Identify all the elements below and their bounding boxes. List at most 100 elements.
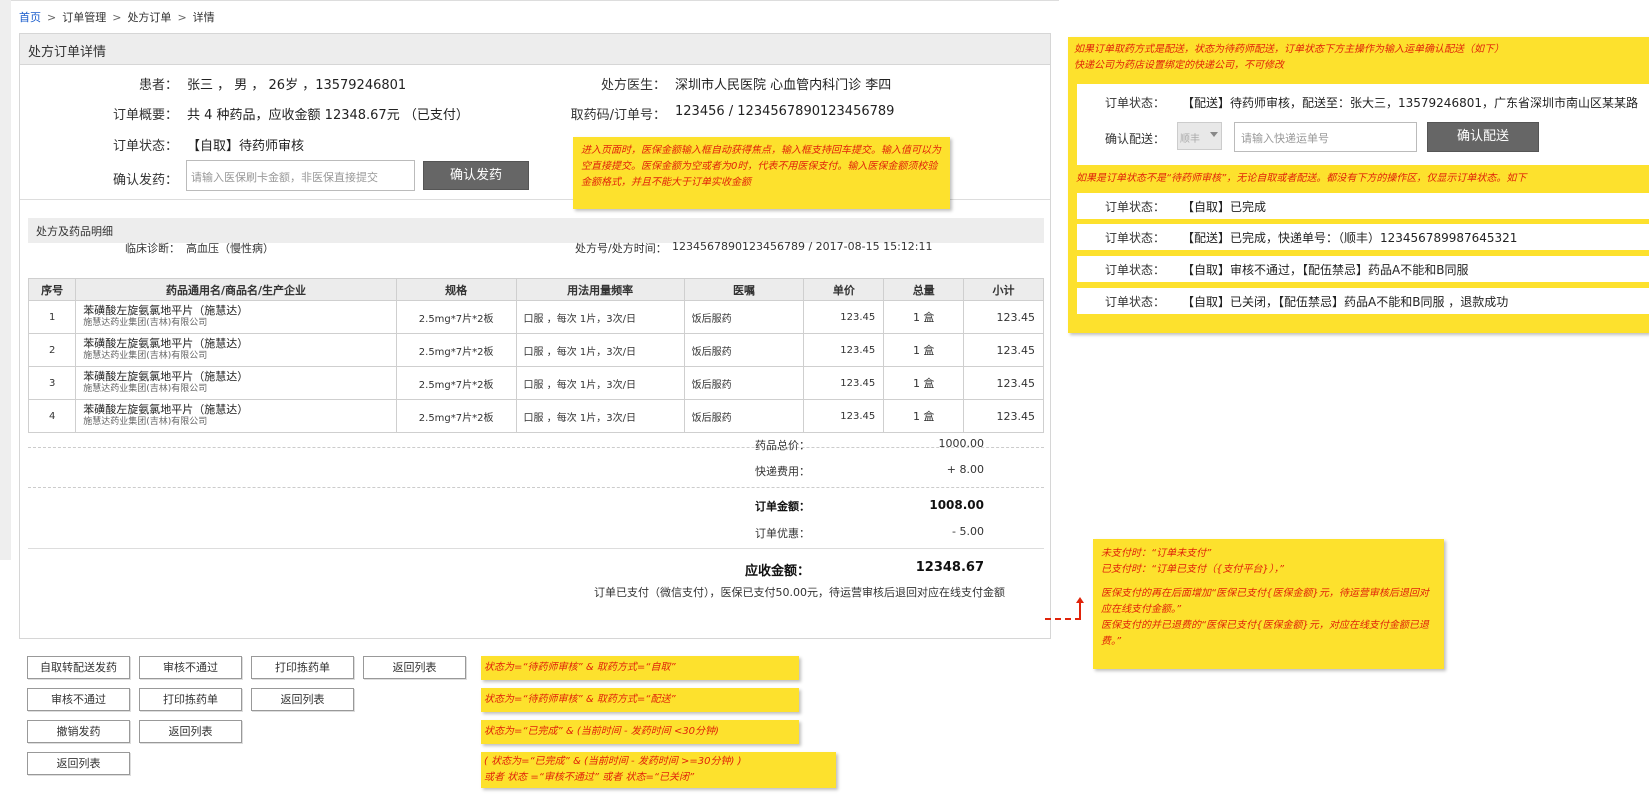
col-header: 小计	[963, 278, 1044, 301]
drug-name-cell: 苯磺酸左旋氨氯地平片（施慧达） 施慧达药业集团(吉林)有限公司	[75, 300, 397, 334]
drug-advice: 饭后服药	[683, 300, 805, 334]
drug-usage: 口服 ，每次 1片，3次/日	[515, 399, 685, 433]
back-to-list-button[interactable]: 返回列表	[27, 752, 130, 775]
reject-button[interactable]: 审核不通过	[139, 656, 242, 679]
status-value: 【自取】待药师审核	[187, 139, 305, 154]
col-header: 单价	[803, 278, 885, 301]
receivable-value: 12348.67	[915, 560, 984, 575]
status-preview-4: 订单状态： 【自取】已关闭，【配伍禁忌】药品A不能和B同服 ，退款成功	[1077, 288, 1649, 314]
reject-button[interactable]: 审核不通过	[27, 688, 130, 711]
drug-price: 123.45	[803, 333, 885, 367]
order-amount-value: 1008.00	[929, 498, 984, 512]
right-note-line3: 如果是订单状态不是“待药师审核”，无论自取或者配送。都没有下方的操作区，仅显示订…	[1076, 173, 1527, 184]
print-picklist-button[interactable]: 打印拣药单	[139, 688, 242, 711]
back-to-list-button[interactable]: 返回列表	[251, 688, 354, 711]
right-note-line2: 快递公司为药店设置绑定的快递公司，不可修改	[1074, 60, 1284, 71]
revoke-dispense-button[interactable]: 撤销发药	[27, 720, 130, 743]
drug-qty: 1 盒	[883, 333, 965, 367]
condition-note-2: 状态为=“待药师审核” & 取药方式=“配送”	[481, 688, 799, 712]
drug-name-cell: 苯磺酸左旋氨氯地平片（施慧达） 施慧达药业集团(吉林)有限公司	[75, 366, 397, 400]
drug-name-cell: 苯磺酸左旋氨氯地平片（施慧达） 施慧达药业集团(吉林)有限公司	[75, 399, 397, 433]
payment-note-line3: 医保支付的再在后面增加“医保已支付{医保金额}元，待运营审核后退回对应在线支付金…	[1101, 588, 1429, 615]
rx-number-label: 处方号/处方时间：	[575, 242, 667, 255]
drug-price: 123.45	[803, 366, 885, 400]
delivery-status-value: 【配送】待药师审核，配送至：张大三，13579246801，广东省深圳市南山区某…	[1182, 96, 1638, 110]
breadcrumb-rx-order[interactable]: 处方订单	[127, 11, 171, 24]
status-preview-label: 订单状态：	[1105, 263, 1166, 277]
doctor-value: 深圳市人民医院 心血管内科门诊 李四	[675, 78, 892, 93]
row-no: 1	[27, 300, 77, 334]
print-picklist-button[interactable]: 打印拣药单	[251, 656, 354, 679]
drug-advice: 饭后服药	[683, 366, 805, 400]
goods-total-label: 药品总价：	[755, 439, 810, 452]
pickup-code-value: 123456 / 1234567890123456789	[675, 104, 895, 119]
status-preview-value: 【自取】已关闭，【配伍禁忌】药品A不能和B同服 ，退款成功	[1182, 295, 1509, 309]
top-divider	[11, 0, 1059, 1]
courier-select-value: 顺丰	[1180, 134, 1200, 145]
delivery-confirm-label: 确认配送：	[1105, 132, 1166, 146]
annotation-arrow	[1045, 618, 1081, 620]
condition-note-4-line1: ( 状态为=“已完成” & (当前时间 - 发药时间 >=30分钟) )	[484, 756, 742, 767]
receivable-label: 应收金额：	[745, 564, 811, 579]
doctor-label: 处方医生：	[600, 78, 666, 93]
condition-note-3: 状态为=“已完成” & (当前时间 - 发药时间 <30分钟)	[481, 720, 799, 744]
totals-divider	[28, 487, 1044, 488]
insurance-amount-input[interactable]: 请输入医保刷卡金额，非医保直接提交	[186, 160, 415, 191]
drug-usage: 口服 ，每次 1片，3次/日	[515, 366, 685, 400]
drug-spec: 2.5mg*7片*2板	[395, 300, 517, 334]
condition-note-4: ( 状态为=“已完成” & (当前时间 - 发药时间 >=30分钟) ) 或者 …	[481, 752, 836, 788]
drug-maker: 施慧达药业集团(吉林)有限公司	[83, 384, 208, 394]
drug-spec: 2.5mg*7片*2板	[395, 366, 517, 400]
totals-divider	[28, 548, 1044, 549]
back-to-list-button[interactable]: 返回列表	[139, 720, 242, 743]
breadcrumb-detail: 详情	[192, 11, 215, 24]
drug-spec: 2.5mg*7片*2板	[395, 399, 517, 433]
diagnosis-value: 高血压（慢性病）	[186, 242, 274, 255]
tracking-number-input[interactable]: 请输入快递运单号	[1234, 122, 1417, 152]
col-header: 总量	[883, 278, 965, 301]
status-preview-2: 订单状态： 【配送】已完成，快递单号：（顺丰）12345678998764532…	[1077, 224, 1649, 250]
drug-name: 苯磺酸左旋氨氯地平片（施慧达）	[83, 370, 249, 383]
breadcrumb-separator: >	[177, 11, 187, 24]
row-no: 4	[27, 399, 77, 433]
order-amount-label: 订单金额：	[755, 500, 810, 513]
col-header: 规格	[395, 278, 517, 301]
confirm-delivery-button[interactable]: 确认配送	[1427, 122, 1539, 152]
diagnosis-label: 临床诊断：	[125, 242, 180, 255]
drug-subtotal: 123.45	[963, 399, 1044, 433]
patient-value: 张三 ， 男 ， 26岁 ，13579246801	[187, 78, 407, 93]
drug-qty: 1 盒	[883, 399, 965, 433]
drug-price: 123.45	[803, 399, 885, 433]
drug-maker: 施慧达药业集团(吉林)有限公司	[83, 417, 208, 427]
back-to-list-button[interactable]: 返回列表	[363, 656, 466, 679]
courier-select[interactable]: 顺丰	[1177, 122, 1222, 150]
confirm-dispense-button[interactable]: 确认发药	[423, 161, 529, 190]
breadcrumb-separator: >	[47, 11, 57, 24]
breadcrumb-order-mgmt[interactable]: 订单管理	[62, 11, 106, 24]
drug-name: 苯磺酸左旋氨氯地平片（施慧达）	[83, 403, 249, 416]
drug-qty: 1 盒	[883, 366, 965, 400]
table-row: 1 苯磺酸左旋氨氯地平片（施慧达） 施慧达药业集团(吉林)有限公司 2.5mg*7…	[27, 300, 1044, 334]
order-detail-panel: 处方订单详情 患者： 张三 ， 男 ， 26岁 ，13579246801 处方医…	[19, 33, 1051, 639]
col-header: 药品通用名/商品名/生产企业	[75, 278, 397, 301]
drug-usage: 口服 ，每次 1片，3次/日	[515, 300, 685, 334]
delivery-preview-box: 订单状态： 【配送】待药师审核，配送至：张大三，13579246801，广东省深…	[1077, 84, 1649, 165]
drug-maker: 施慧达药业集团(吉林)有限公司	[83, 351, 208, 361]
payment-text-note: 未支付时：“订单未支付” 已支付时：“订单已支付（{支付平台}），” 医保支付的…	[1093, 539, 1444, 669]
right-note-line1: 如果订单取药方式是配送，状态为待药师配送，订单状态下方主操作为输入运单确认配送（…	[1074, 44, 1504, 55]
payment-note-line1: 未支付时：“订单未支付”	[1101, 548, 1212, 559]
drug-subtotal: 123.45	[963, 366, 1044, 400]
col-header: 用法用量频率	[515, 278, 685, 301]
summary-label: 订单概要：	[112, 108, 178, 123]
breadcrumb-home-link[interactable]: 首页	[19, 11, 41, 24]
drug-advice: 饭后服药	[683, 399, 805, 433]
pickup-to-delivery-button[interactable]: 自取转配送发药	[27, 656, 130, 679]
drug-maker: 施慧达药业集团(吉林)有限公司	[83, 318, 208, 328]
input-behavior-note: 进入页面时，医保金额输入框自动获得焦点，输入框支持回车提交。输入值可以为空直接提…	[573, 137, 950, 209]
goods-total-value: 1000.00	[938, 437, 985, 450]
drug-price: 123.45	[803, 300, 885, 334]
breadcrumb: 首页 > 订单管理 > 处方订单 > 详情	[19, 9, 215, 25]
patient-label: 患者：	[138, 78, 178, 93]
discount-value: - 5.00	[952, 525, 984, 538]
row-no: 3	[27, 366, 77, 400]
